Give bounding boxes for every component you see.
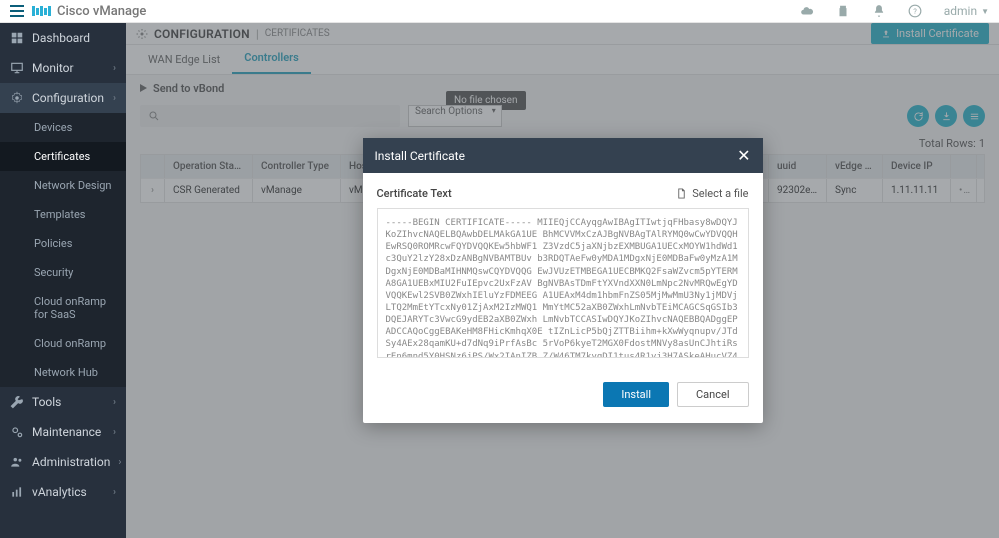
- sidebar-item-configuration[interactable]: Configuration ›: [0, 83, 126, 113]
- subnav-certificates[interactable]: Certificates: [0, 142, 126, 171]
- cloud-icon[interactable]: [800, 4, 814, 18]
- certificate-textarea[interactable]: -----BEGIN CERTIFICATE----- MIIEQjCCAyqg…: [377, 208, 749, 358]
- sidebar-label: Maintenance: [32, 425, 101, 439]
- wrench-icon: [10, 395, 24, 409]
- install-button[interactable]: Install: [603, 382, 669, 407]
- hamburger-menu[interactable]: [10, 5, 24, 17]
- sidebar-item-tools[interactable]: Tools ›: [0, 387, 126, 417]
- bell-icon[interactable]: [872, 4, 886, 18]
- subnav-onrampsaas[interactable]: Cloud onRamp for SaaS: [0, 287, 126, 329]
- modal-close-button[interactable]: ✕: [737, 146, 750, 165]
- chevron-right-icon: ›: [113, 93, 116, 104]
- subnav-templates[interactable]: Templates: [0, 200, 126, 229]
- monitor-icon: [10, 61, 24, 75]
- modal-body: Certificate Text Select a file -----BEGI…: [363, 173, 763, 372]
- sidebar-subnav: Devices Certificates Network Design Temp…: [0, 113, 126, 387]
- sidebar-label: Tools: [32, 395, 61, 409]
- subnav-security[interactable]: Security: [0, 258, 126, 287]
- help-icon[interactable]: ?: [908, 4, 922, 18]
- sidebar-label: vAnalytics: [32, 485, 87, 499]
- install-certificate-modal: Install Certificate ✕ Certificate Text S…: [363, 138, 763, 423]
- sidebar-item-monitor[interactable]: Monitor ›: [0, 53, 126, 83]
- cancel-button[interactable]: Cancel: [677, 382, 748, 407]
- chevron-right-icon: ›: [113, 427, 116, 438]
- select-file-button[interactable]: Select a file: [676, 187, 748, 200]
- clipboard-icon[interactable]: [836, 4, 850, 18]
- grid-icon: [10, 31, 24, 45]
- topbar: Cisco vManage ? admin▼: [0, 0, 999, 23]
- content-area: CONFIGURATION | CERTIFICATES Install Cer…: [126, 23, 999, 538]
- certificate-text-label: Certificate Text: [377, 187, 452, 200]
- subnav-onramp[interactable]: Cloud onRamp: [0, 329, 126, 358]
- modal-overlay: Install Certificate ✕ Certificate Text S…: [126, 23, 999, 538]
- file-icon: [676, 188, 687, 199]
- subnav-devices[interactable]: Devices: [0, 113, 126, 142]
- user-menu[interactable]: admin▼: [944, 4, 989, 18]
- users-icon: [10, 455, 24, 469]
- chart-icon: [10, 485, 24, 499]
- modal-header: Install Certificate ✕: [363, 138, 763, 173]
- chevron-right-icon: ›: [118, 457, 121, 468]
- select-file-label: Select a file: [692, 187, 748, 200]
- gearset-icon: [10, 425, 24, 439]
- sidebar-label: Configuration: [32, 91, 104, 105]
- svg-text:?: ?: [913, 7, 917, 16]
- sidebar-label: Dashboard: [32, 31, 90, 45]
- subnav-policies[interactable]: Policies: [0, 229, 126, 258]
- subnav-networkdesign[interactable]: Network Design: [0, 171, 126, 200]
- sidebar-item-administration[interactable]: Administration ›: [0, 447, 126, 477]
- chevron-right-icon: ›: [113, 63, 116, 74]
- subnav-networkhub[interactable]: Network Hub: [0, 358, 126, 387]
- user-name: admin: [944, 4, 977, 18]
- sidebar-label: Monitor: [32, 61, 74, 75]
- sidebar-item-dashboard[interactable]: Dashboard: [0, 23, 126, 53]
- cisco-logo: [32, 6, 51, 16]
- sidebar-item-vanalytics[interactable]: vAnalytics ›: [0, 477, 126, 507]
- sidebar-label: Administration: [32, 455, 110, 469]
- topbar-right: ? admin▼: [800, 4, 989, 18]
- modal-title: Install Certificate: [375, 149, 465, 163]
- sidebar: Dashboard Monitor › Configuration › Devi…: [0, 23, 126, 538]
- modal-footer: Install Cancel: [363, 372, 763, 423]
- chevron-right-icon: ›: [113, 397, 116, 408]
- gear-icon: [10, 91, 24, 105]
- sidebar-item-maintenance[interactable]: Maintenance ›: [0, 417, 126, 447]
- chevron-right-icon: ›: [113, 487, 116, 498]
- brand-name: Cisco vManage: [57, 4, 146, 19]
